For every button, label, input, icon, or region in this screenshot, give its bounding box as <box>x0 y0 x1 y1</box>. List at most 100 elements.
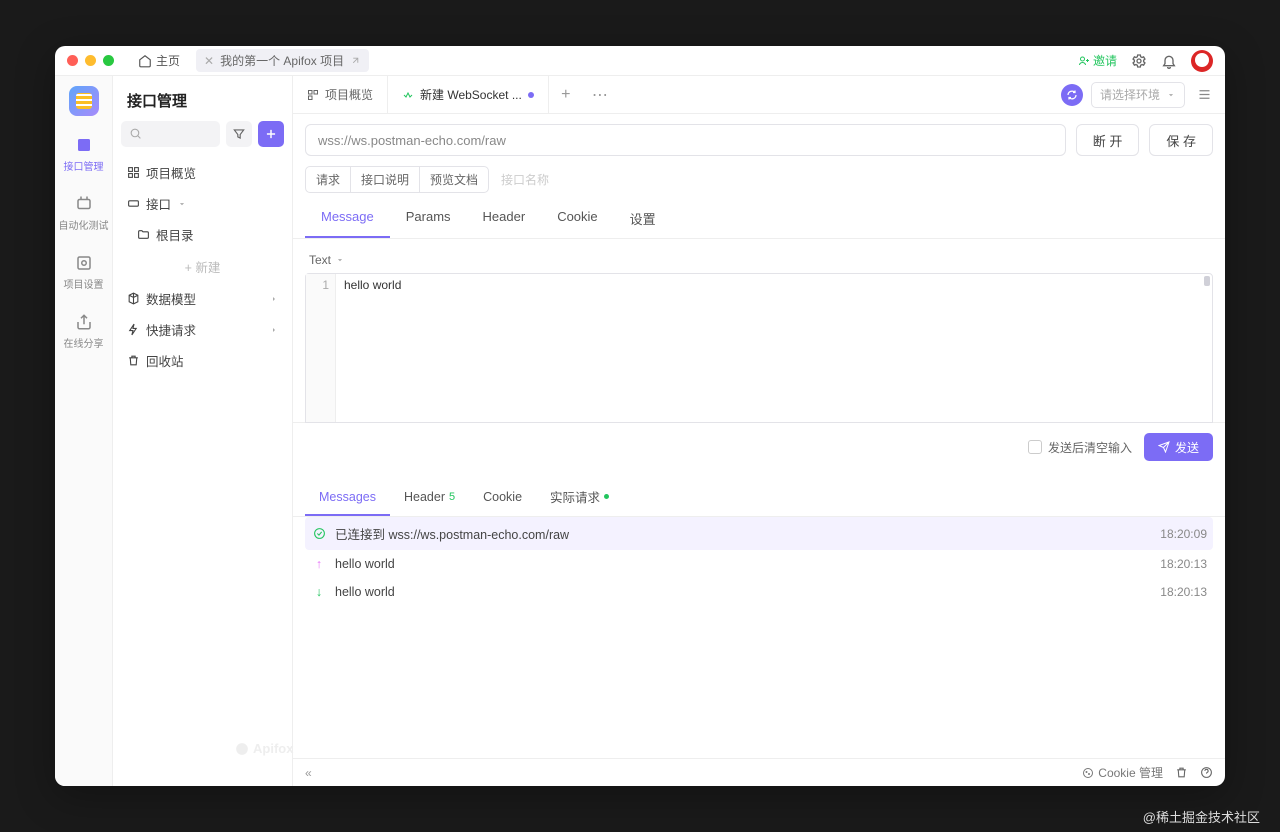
rail-automation[interactable]: 自动化测试 <box>55 193 112 234</box>
check-circle-icon <box>311 527 327 540</box>
project-tab[interactable]: ✕ 我的第一个 Apifox 项目 <box>196 49 369 72</box>
url-input[interactable] <box>305 124 1066 156</box>
filter-button[interactable] <box>226 121 252 147</box>
external-link-icon <box>350 55 361 66</box>
app-body: 接口管理 自动化测试 项目设置 在线分享 接口管理 <box>55 76 1225 786</box>
clear-after-send-checkbox[interactable]: 发送后清空输入 <box>1028 439 1132 456</box>
seg-preview[interactable]: 预览文档 <box>420 167 488 192</box>
settings-button[interactable] <box>1131 53 1147 69</box>
seg-request[interactable]: 请求 <box>306 167 351 192</box>
bell-icon <box>1161 53 1177 69</box>
tab-more-button[interactable]: ⋯ <box>583 76 617 113</box>
bolt-icon <box>127 323 140 336</box>
rail-project-settings[interactable]: 项目设置 <box>55 252 112 293</box>
tree-new-item[interactable]: + 新建 <box>119 250 286 283</box>
editor-content[interactable]: hello world <box>336 274 1212 422</box>
cube-icon <box>127 292 140 305</box>
hamburger-button[interactable] <box>1193 84 1215 106</box>
rail-api-management[interactable]: 接口管理 <box>55 134 112 175</box>
tree-models[interactable]: 数据模型 <box>119 283 286 314</box>
share-icon <box>75 313 93 331</box>
view-segment: 请求 接口说明 预览文档 <box>305 166 489 193</box>
req-tab-settings[interactable]: 设置 <box>614 201 672 238</box>
log-row-received[interactable]: ↓ hello world 18:20:13 <box>305 578 1213 606</box>
close-icon[interactable]: ✕ <box>204 54 214 68</box>
tree-overview[interactable]: 项目概览 <box>119 157 286 188</box>
rail-label: 在线分享 <box>64 335 104 350</box>
editor-footer: 发送后清空输入 发送 <box>293 422 1225 471</box>
resp-tab-actual[interactable]: 实际请求 <box>536 479 623 516</box>
cookie-icon <box>1082 767 1094 779</box>
search-input[interactable] <box>121 121 220 147</box>
trash-button[interactable] <box>1175 766 1188 779</box>
invite-button[interactable]: 邀请 <box>1078 52 1117 69</box>
message-type-select[interactable]: Text <box>305 247 1213 273</box>
req-tab-header[interactable]: Header <box>467 201 542 238</box>
log-text: hello world <box>335 585 395 599</box>
env-select[interactable]: 请选择环境 <box>1091 82 1185 108</box>
home-button[interactable]: 主页 <box>132 49 186 72</box>
chevron-down-icon <box>177 199 187 209</box>
user-avatar[interactable] <box>1191 50 1213 72</box>
scrollbar-thumb[interactable] <box>1204 276 1210 286</box>
app-logo-icon <box>76 93 92 109</box>
req-tab-message[interactable]: Message <box>305 201 390 238</box>
log-text: 已连接到 wss://ws.postman-echo.com/raw <box>335 524 569 543</box>
header-count-badge: 5 <box>449 491 455 503</box>
rail-label: 接口管理 <box>64 158 104 173</box>
resp-tab-header[interactable]: Header 5 <box>390 479 469 516</box>
resp-tab-messages[interactable]: Messages <box>305 479 390 516</box>
tree-root-folder[interactable]: 根目录 <box>119 219 286 250</box>
tree-quick[interactable]: 快捷请求 <box>119 314 286 345</box>
user-plus-icon <box>1078 55 1090 67</box>
dirty-indicator-icon <box>528 92 534 98</box>
env-reload-button[interactable] <box>1061 84 1083 106</box>
log-time: 18:20:13 <box>1160 585 1207 599</box>
tree-apis[interactable]: 接口 <box>119 188 286 219</box>
save-button[interactable]: 保 存 <box>1149 124 1213 156</box>
send-button[interactable]: 发送 <box>1144 433 1213 461</box>
tab-label: 新建 WebSocket ... <box>420 86 522 103</box>
automation-icon <box>75 195 93 213</box>
url-row: 断 开 保 存 <box>293 114 1225 166</box>
reload-icon <box>1066 89 1078 101</box>
seg-description[interactable]: 接口说明 <box>351 167 420 192</box>
maximize-window-icon[interactable] <box>103 55 114 66</box>
close-window-icon[interactable] <box>67 55 78 66</box>
sub-tabs-row: 请求 接口说明 预览文档 接口名称 <box>293 166 1225 201</box>
cookie-manage-button[interactable]: Cookie 管理 <box>1082 764 1163 781</box>
tree-label: 接口 <box>146 194 171 213</box>
app-window: 主页 ✕ 我的第一个 Apifox 项目 邀请 接口管理 <box>55 46 1225 786</box>
message-editor[interactable]: 1 hello world <box>305 273 1213 423</box>
collapse-sidebar-button[interactable]: « <box>305 766 312 780</box>
help-button[interactable] <box>1200 766 1213 779</box>
send-label: 发送 <box>1175 439 1199 456</box>
req-tab-cookie[interactable]: Cookie <box>541 201 613 238</box>
request-tabs: Message Params Header Cookie 设置 <box>293 201 1225 239</box>
app-logo[interactable] <box>69 86 99 116</box>
log-row-connected[interactable]: 已连接到 wss://ws.postman-echo.com/raw 18:20… <box>305 517 1213 550</box>
send-icon <box>1158 441 1170 453</box>
log-time: 18:20:09 <box>1160 527 1207 541</box>
search-wrap <box>121 121 220 147</box>
api-name-placeholder[interactable]: 接口名称 <box>497 171 549 188</box>
message-type-label: Text <box>309 253 331 267</box>
rail-share[interactable]: 在线分享 <box>55 311 112 352</box>
notifications-button[interactable] <box>1161 53 1177 69</box>
tree-trash[interactable]: 回收站 <box>119 345 286 376</box>
new-tab-button[interactable]: + <box>549 76 583 113</box>
folder-icon <box>137 228 150 241</box>
add-button[interactable] <box>258 121 284 147</box>
log-row-sent[interactable]: ↑ hello world 18:20:13 <box>305 550 1213 578</box>
tree-label: 快捷请求 <box>146 320 196 339</box>
resp-tab-cookie[interactable]: Cookie <box>469 479 536 516</box>
statusbar-right: Cookie 管理 <box>1082 764 1213 781</box>
line-number: 1 <box>306 278 329 292</box>
tree-label: + 新建 <box>185 257 221 276</box>
window-controls <box>67 55 114 66</box>
tab-overview[interactable]: 项目概览 <box>293 76 388 113</box>
tab-websocket[interactable]: 新建 WebSocket ... <box>388 76 549 113</box>
disconnect-button[interactable]: 断 开 <box>1076 124 1140 156</box>
req-tab-params[interactable]: Params <box>390 201 467 238</box>
minimize-window-icon[interactable] <box>85 55 96 66</box>
